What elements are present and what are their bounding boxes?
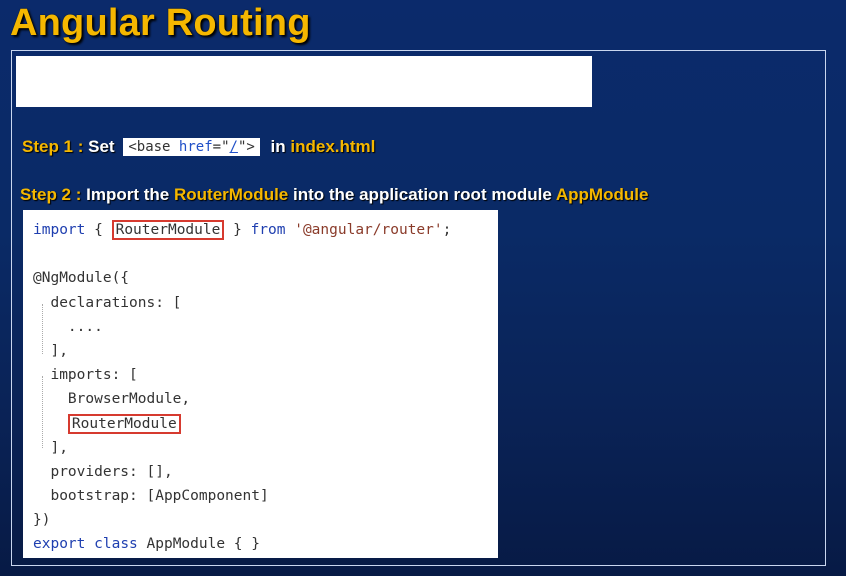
code-line: .... (33, 318, 103, 335)
step-1-text: Set (88, 137, 115, 156)
code-text: AppModule { } (137, 536, 261, 553)
code-text: } (224, 222, 251, 238)
code-value: / (229, 139, 238, 155)
highlight-router-module: RouterModule (111, 220, 225, 240)
code-line: RouterModule (33, 412, 451, 436)
code-line: }) (33, 512, 51, 529)
step-2-module: RouterModule (173, 185, 289, 204)
code-text: ; (442, 222, 452, 238)
code-line: @NgModule({ (33, 270, 130, 287)
keyword-import: import (33, 222, 86, 238)
slide-title: Angular Routing (10, 2, 311, 44)
code-attr: href (178, 139, 213, 155)
code-snippet: import { RouterModule } from '@angular/r… (23, 210, 498, 558)
step-1: Step 1 : Set <base href="/"> in index.ht… (22, 137, 375, 157)
code-tag-close: "> (237, 139, 255, 155)
step-1-label: Step 1 : (22, 137, 84, 156)
step-2-text2: into the application root module (293, 185, 552, 204)
keyword-export: export (33, 536, 86, 553)
base-href-code: <base href="/"> (123, 138, 260, 156)
code-line: ], (33, 439, 68, 456)
code-line: BrowserModule, (33, 391, 191, 408)
step-2: Step 2 : Import the RouterModule into th… (20, 185, 648, 205)
code-text: { (85, 222, 112, 238)
step-1-file: index.html (290, 137, 376, 156)
code-line: bootstrap: [AppComponent] (33, 488, 269, 505)
code-line: declarations: [ (33, 294, 182, 311)
code-line: imports: [ (33, 367, 138, 384)
keyword-class: class (94, 536, 138, 553)
code-line: export class AppModule { } (33, 532, 451, 556)
highlight-router-module-import: RouterModule (67, 413, 181, 434)
code-line: import { RouterModule } from '@angular/r… (33, 218, 451, 242)
step-2-root-module: AppModule (555, 185, 649, 204)
step-2-text1: Import the (86, 185, 170, 204)
code-line: providers: [], (33, 463, 173, 480)
code-line: ], (33, 342, 68, 359)
code-tag-open: <base (128, 139, 179, 155)
code-eq: =" (212, 139, 230, 155)
code-block: import { RouterModule } from '@angular/r… (33, 218, 451, 557)
blank-banner (16, 56, 592, 107)
step-2-label: Step 2 : (20, 185, 82, 204)
keyword-from: from (250, 222, 286, 238)
step-1-in: in (270, 137, 286, 156)
import-path-string: '@angular/router' (294, 222, 443, 238)
